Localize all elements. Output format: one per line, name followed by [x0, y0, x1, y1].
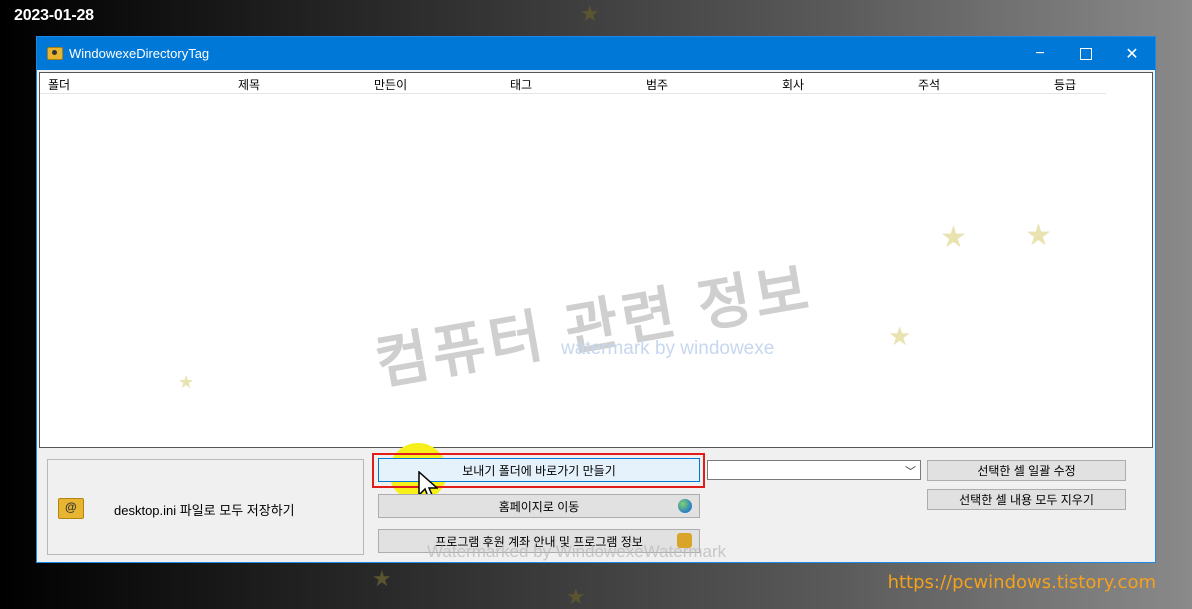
star-decoration: ★	[888, 321, 912, 351]
save-ini-group[interactable]: desktop.ini 파일로 모두 저장하기	[47, 459, 364, 555]
close-button[interactable]: ✕	[1109, 37, 1155, 70]
homepage-label: 홈페이지로 이동	[498, 499, 580, 514]
minimize-button[interactable]: −	[1017, 37, 1063, 70]
star-decoration: ★	[940, 221, 967, 254]
column-tag[interactable]: 태그	[510, 76, 532, 93]
app-window: WindowexeDirectoryTag − ✕ 폴더 제목 만든이 태그 범…	[36, 36, 1156, 563]
star-decoration: ★	[178, 372, 195, 392]
title-bar[interactable]: WindowexeDirectoryTag − ✕	[37, 37, 1155, 70]
maximize-button[interactable]	[1063, 37, 1109, 70]
dropdown-select[interactable]: ﹀	[707, 460, 921, 480]
star-decoration: ★	[580, 1, 600, 26]
folder-at-icon	[58, 498, 84, 519]
column-folder[interactable]: 폴더	[48, 76, 70, 93]
date-overlay: 2023-01-28	[14, 7, 94, 24]
column-title[interactable]: 제목	[238, 76, 260, 93]
clear-selected-button[interactable]: 선택한 셀 내용 모두 지우기	[927, 489, 1126, 510]
globe-icon	[678, 499, 692, 513]
folder-icon	[47, 47, 63, 60]
homepage-button[interactable]: 홈페이지로 이동	[378, 494, 700, 518]
save-ini-label: desktop.ini 파일로 모두 저장하기	[114, 503, 295, 518]
edit-selected-button[interactable]: 선택한 셀 일괄 수정	[927, 460, 1126, 481]
column-company[interactable]: 회사	[782, 76, 804, 93]
column-category[interactable]: 범주	[646, 76, 668, 93]
column-comment[interactable]: 주석	[918, 76, 940, 93]
list-header: 폴더 제목 만든이 태그 범주 회사 주석 등급	[40, 73, 1106, 94]
star-decoration: ★	[1025, 219, 1052, 252]
watermark-sub: watermark by windowexe	[561, 338, 775, 359]
watermark-bottom: Watermarked by WindowexeWatermark	[427, 542, 727, 561]
column-rating[interactable]: 등급	[1054, 76, 1076, 93]
star-decoration: ★	[566, 584, 586, 609]
directory-list[interactable]: 폴더 제목 만든이 태그 범주 회사 주석 등급 ★ ★ ★ ★	[39, 72, 1153, 448]
star-decoration: ★	[372, 566, 392, 591]
maximize-icon	[1080, 47, 1092, 60]
column-author[interactable]: 만든이	[374, 76, 407, 93]
chevron-down-icon: ﹀	[905, 466, 916, 478]
window-title: WindowexeDirectoryTag	[69, 46, 210, 61]
site-url: https://pcwindows.tistory.com	[887, 572, 1156, 593]
